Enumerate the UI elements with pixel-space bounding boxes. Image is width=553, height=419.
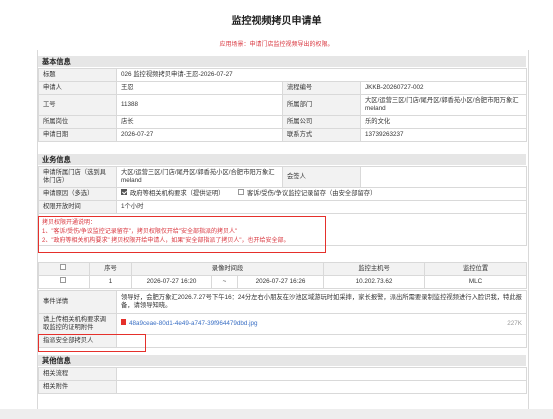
file-image-icon xyxy=(121,319,126,326)
row-select-cell xyxy=(38,275,90,289)
row-start-time: 2026-07-27 16:20 xyxy=(131,275,212,289)
copier-value[interactable] xyxy=(116,334,527,348)
highlight-box-note xyxy=(38,216,326,253)
table-row: 申请日期 2026-07-27 联系方式 13739263237 xyxy=(38,128,528,142)
col-header-time: 录像时间段 xyxy=(130,262,325,276)
signer-value[interactable] xyxy=(360,166,527,188)
select-all-cell xyxy=(38,262,90,276)
detail-label: 事件详情 xyxy=(38,290,117,314)
contact-label: 联系方式 xyxy=(282,128,361,142)
related-flow-value[interactable] xyxy=(116,367,527,381)
company-value[interactable]: 乐的文化 xyxy=(359,115,528,129)
highlight-box-copier xyxy=(38,334,146,352)
section-basic-info: 基本信息 xyxy=(38,56,526,67)
title-label: 标题 xyxy=(38,68,117,82)
position-label: 所属岗位 xyxy=(38,115,117,129)
table-row: 相关附件 xyxy=(38,380,527,394)
col-header-index: 序号 xyxy=(89,262,132,276)
table-row: 标题 026 监控视频拷贝申请-王忍-2026-07-27 xyxy=(38,68,528,82)
reason-complaint-checkbox[interactable] xyxy=(237,189,244,196)
row-index: 1 xyxy=(89,275,132,289)
page-footer-bar xyxy=(0,409,553,419)
table-row: 1 2026-07-27 16:20 ~ 2026-07-27 16:26 10… xyxy=(38,275,528,289)
reason-complaint-label: 客诉/受伤/争议监控记录留存（由安全部留存） xyxy=(246,190,377,197)
table-row: 申请所属门店（选到具体门店） 大区/运营三区/门店/尾丹区/郭香苑小区/合肥市阳… xyxy=(38,166,527,188)
employee-id-value: 11388 xyxy=(116,94,283,116)
table-row: 工号 11388 所属部门 大区/运营三区/门店/尾丹区/郭香苑小区/合肥市阳万… xyxy=(38,94,528,116)
reason-gov-label: 政府等相关机构要求（提供证明） xyxy=(130,190,225,197)
form-subtitle: 应用场景：申请门店监控视频导出的权限。 xyxy=(219,42,334,48)
applicant-label: 申请人 xyxy=(38,81,117,95)
row-host: 10.202.73.62 xyxy=(323,275,426,289)
basic-info-table: 标题 026 监控视频拷贝申请-王忍-2026-07-27 申请人 王忍 流程编… xyxy=(38,68,528,142)
table-row: 事件详情 领导好，会肥万象汇2026.7.27号下午16：24分左右小朋友在沙池… xyxy=(38,290,527,314)
flow-number-value: JKKB-20260727-002 xyxy=(359,81,528,95)
related-attachment-label: 相关附件 xyxy=(38,380,117,394)
row-end-time: 2026-07-27 16:26 xyxy=(236,275,325,289)
flow-number-label: 流程编号 xyxy=(282,81,361,95)
applicant-value[interactable]: 王忍 xyxy=(116,81,283,95)
table-row: 申请原因（多选） 政府等相关机构要求（提供证明） 客诉/受伤/争议监控记录留存（… xyxy=(38,187,527,201)
row-location: MLC xyxy=(424,275,528,289)
window-label: 权限开放时间 xyxy=(38,200,117,214)
title-value: 026 监控视频拷贝申请-王忍-2026-07-27 xyxy=(115,68,528,82)
store-value[interactable]: 大区/运营三区/门店/尾丹区/郭香苑小区/合肥市阳万象汇meland xyxy=(116,166,283,188)
apply-date-label: 申请日期 xyxy=(38,128,117,142)
form-sheet: 监控视频拷贝申请单 应用场景：申请门店监控视频导出的权限。 基本信息 标题 02… xyxy=(0,0,553,419)
table-row: 申请人 王忍 流程编号 JKKB-20260727-002 xyxy=(38,81,528,95)
recording-table: 序号 录像时间段 监控主机号 监控位置 1 2026-07-27 16:20 ~… xyxy=(38,262,528,289)
select-all-checkbox[interactable] xyxy=(59,264,66,271)
company-label: 所属公司 xyxy=(282,115,361,129)
section-other-info: 其他信息 xyxy=(38,355,526,366)
employee-id-label: 工号 xyxy=(38,94,117,116)
table-row: 所属岗位 店长 所属公司 乐的文化 xyxy=(38,115,528,129)
position-value[interactable]: 店长 xyxy=(116,115,283,129)
reason-gov-checkbox[interactable] xyxy=(121,189,127,196)
attachment-cell: 48a9ceae-80d1-4e49-a747-39f964479dbd.jpg… xyxy=(116,313,527,335)
section-business-info: 业务信息 xyxy=(38,154,526,165)
table-header-row: 序号 录像时间段 监控主机号 监控位置 xyxy=(38,262,528,276)
related-attachment-value[interactable] xyxy=(116,380,527,394)
attachment-label: 请上传相关机构要求调取监控的证明附件 xyxy=(38,313,117,335)
form-title: 监控视频拷贝申请单 xyxy=(231,16,322,27)
col-header-location: 监控位置 xyxy=(424,262,528,276)
related-flow-label: 相关流程 xyxy=(38,367,117,381)
attachment-file-link[interactable]: 48a9ceae-80d1-4e49-a747-39f964479dbd.jpg xyxy=(129,320,258,327)
table-row: 权限开放时间 1个小时 xyxy=(38,200,527,214)
contact-value: 13739263237 xyxy=(359,128,528,142)
department-label: 所属部门 xyxy=(282,94,361,116)
apply-date-value: 2026-07-27 xyxy=(116,128,283,142)
signer-label: 会签人 xyxy=(282,166,361,188)
col-header-host: 监控主机号 xyxy=(323,262,426,276)
detail-value: 领导好，会肥万象汇2026.7.27号下午16：24分左右小朋友在沙池区域游玩时… xyxy=(116,290,527,314)
attachment-file-size: 227K xyxy=(507,320,522,327)
window-value: 1个小时 xyxy=(116,200,527,214)
reason-options: 政府等相关机构要求（提供证明） 客诉/受伤/争议监控记录留存（由安全部留存） xyxy=(116,187,527,201)
row-time-separator: ~ xyxy=(211,275,238,289)
row-checkbox[interactable] xyxy=(59,277,66,284)
store-label: 申请所属门店（选到具体门店） xyxy=(38,166,117,188)
department-value[interactable]: 大区/运营三区/门店/尾丹区/郭香苑小区/合肥市阳万象汇meland xyxy=(359,94,528,116)
table-row: 相关流程 xyxy=(38,367,527,381)
reason-label: 申请原因（多选） xyxy=(38,187,117,201)
table-row: 请上传相关机构要求调取监控的证明附件 48a9ceae-80d1-4e49-a7… xyxy=(38,313,527,335)
other-info-table: 相关流程 相关附件 xyxy=(38,367,527,394)
